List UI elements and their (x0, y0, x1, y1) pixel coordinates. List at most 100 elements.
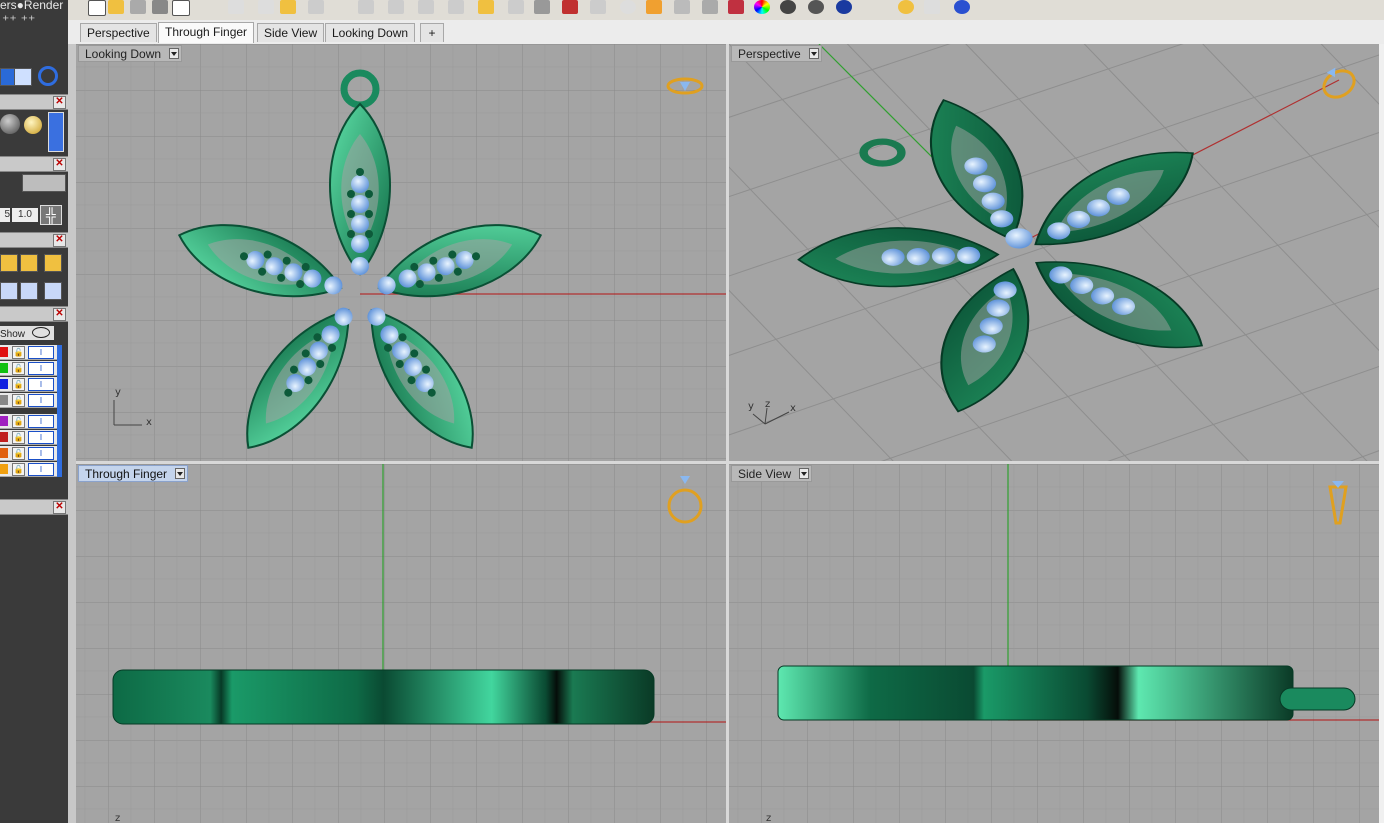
tool-button-1[interactable] (0, 254, 18, 272)
color-wheel-icon[interactable] (754, 0, 770, 14)
close-icon[interactable]: ✕ (53, 158, 66, 171)
layer-row[interactable]: 🔓 I (0, 414, 62, 429)
tab-through-finger[interactable]: Through Finger (158, 22, 255, 43)
viewport-label[interactable]: Perspective (731, 45, 822, 62)
rotate-icon[interactable] (388, 0, 404, 14)
light-icon[interactable] (674, 0, 690, 14)
paste-icon[interactable] (258, 0, 274, 14)
snap-icons[interactable]: ⁺⁺ ⁺⁺ (2, 12, 64, 36)
layer-row[interactable]: 🔓 I (0, 430, 62, 445)
chevron-down-icon[interactable] (169, 48, 180, 59)
point-icon[interactable] (620, 0, 636, 14)
circle-tool-icon[interactable] (38, 66, 58, 86)
viewport-side-view[interactable]: z Side View (729, 464, 1379, 823)
viewport-perspective[interactable]: y z x Perspective (729, 44, 1379, 461)
linetype-icon[interactable]: I (28, 415, 54, 428)
copy-icon[interactable] (172, 0, 190, 16)
horizontal-splitter[interactable] (76, 461, 1379, 464)
cursor-icon[interactable] (924, 0, 940, 14)
environment-icon[interactable] (808, 0, 824, 14)
linetype-icon[interactable]: I (28, 346, 54, 359)
eye-icon[interactable] (32, 327, 50, 338)
clipboard-icon[interactable] (280, 0, 296, 14)
viewport-looking-down[interactable]: y x Looking Down (76, 44, 726, 461)
viewport-label[interactable]: Through Finger (78, 465, 189, 482)
value-field-b[interactable]: 1.0 (12, 208, 38, 222)
record-button[interactable] (22, 174, 66, 192)
render-icon[interactable] (590, 0, 606, 14)
tool-button-6[interactable] (44, 282, 62, 300)
sphere-icon[interactable] (836, 0, 852, 14)
pan-icon[interactable] (358, 0, 374, 14)
undo-icon[interactable] (308, 0, 324, 14)
close-icon[interactable]: ✕ (53, 234, 66, 247)
cut-icon[interactable] (228, 0, 244, 14)
zoom-selected-icon[interactable] (508, 0, 524, 14)
layer-row[interactable]: 🔓 I (0, 393, 62, 408)
lock-icon[interactable]: 🔓 (12, 415, 25, 428)
grid-icon[interactable] (534, 0, 550, 14)
shade-icon[interactable] (562, 0, 578, 14)
lock-icon[interactable]: 🔓 (12, 463, 25, 476)
tab-looking-down[interactable]: Looking Down (325, 23, 416, 42)
layer-color-swatch[interactable] (0, 416, 8, 426)
lock-icon[interactable]: 🔓 (12, 378, 25, 391)
layer-row[interactable]: 🔓 I (0, 377, 62, 392)
tool-button-3[interactable] (44, 254, 62, 272)
save-icon[interactable] (130, 0, 146, 14)
dimension-icon[interactable] (646, 0, 662, 14)
vertical-splitter[interactable] (726, 44, 729, 823)
layer-color-swatch[interactable] (0, 379, 8, 389)
viewport-through-finger[interactable]: z Through Finger (76, 464, 726, 823)
lock-icon[interactable]: 🔓 (12, 346, 25, 359)
lock-icon[interactable]: 🔓 (12, 431, 25, 444)
tool-button-2[interactable] (20, 254, 38, 272)
viewport-label[interactable]: Looking Down (78, 45, 183, 62)
blue-slider[interactable] (48, 112, 64, 152)
tab-add[interactable]: + (420, 23, 444, 42)
layer-color-swatch[interactable] (0, 464, 8, 474)
value-field-a[interactable]: 5 (0, 208, 10, 222)
layer-row[interactable]: 🔓 I (0, 462, 62, 477)
layer-color-swatch[interactable] (0, 395, 8, 405)
tab-perspective[interactable]: Perspective (80, 23, 157, 42)
new-icon[interactable] (88, 0, 106, 16)
tool-button-4[interactable] (0, 282, 18, 300)
cursor-button[interactable] (14, 68, 32, 86)
chevron-down-icon[interactable] (799, 468, 810, 479)
crosshair-button[interactable]: ╬ (40, 205, 62, 225)
layer-scrollbar[interactable] (57, 345, 62, 477)
options-gear-icon[interactable] (898, 0, 914, 14)
layer-row[interactable]: 🔓 I (0, 361, 62, 376)
layer-color-swatch[interactable] (0, 347, 8, 357)
layer-row[interactable]: 🔓 I (0, 446, 62, 461)
tool-button-5[interactable] (20, 282, 38, 300)
linetype-icon[interactable]: I (28, 378, 54, 391)
gold-sphere-icon[interactable] (24, 116, 42, 134)
zoom-icon[interactable] (418, 0, 434, 14)
viewport-label[interactable]: Side View (731, 465, 813, 482)
linetype-icon[interactable]: I (28, 463, 54, 476)
properties-icon[interactable] (702, 0, 718, 14)
chevron-down-icon[interactable] (808, 48, 819, 59)
help-icon[interactable] (954, 0, 970, 14)
close-icon[interactable]: ✕ (53, 501, 66, 514)
zoom-extents-icon[interactable] (478, 0, 494, 14)
linetype-icon[interactable]: I (28, 447, 54, 460)
layer-color-swatch[interactable] (0, 432, 8, 442)
lock-icon[interactable]: 🔓 (12, 447, 25, 460)
print-icon[interactable] (152, 0, 168, 14)
linetype-icon[interactable]: I (28, 431, 54, 444)
close-icon[interactable]: ✕ (53, 308, 66, 321)
lock-icon[interactable]: 🔓 (12, 362, 25, 375)
material-icon[interactable] (780, 0, 796, 14)
open-icon[interactable] (108, 0, 124, 14)
chevron-down-icon[interactable] (175, 468, 186, 479)
layer-color-swatch[interactable] (0, 363, 8, 373)
close-icon[interactable]: ✕ (53, 96, 66, 109)
layer-color-swatch[interactable] (0, 448, 8, 458)
lock-icon[interactable]: 🔓 (12, 394, 25, 407)
tab-side-view[interactable]: Side View (257, 23, 325, 42)
material-sphere-icon[interactable] (0, 114, 20, 134)
linetype-icon[interactable]: I (28, 394, 54, 407)
